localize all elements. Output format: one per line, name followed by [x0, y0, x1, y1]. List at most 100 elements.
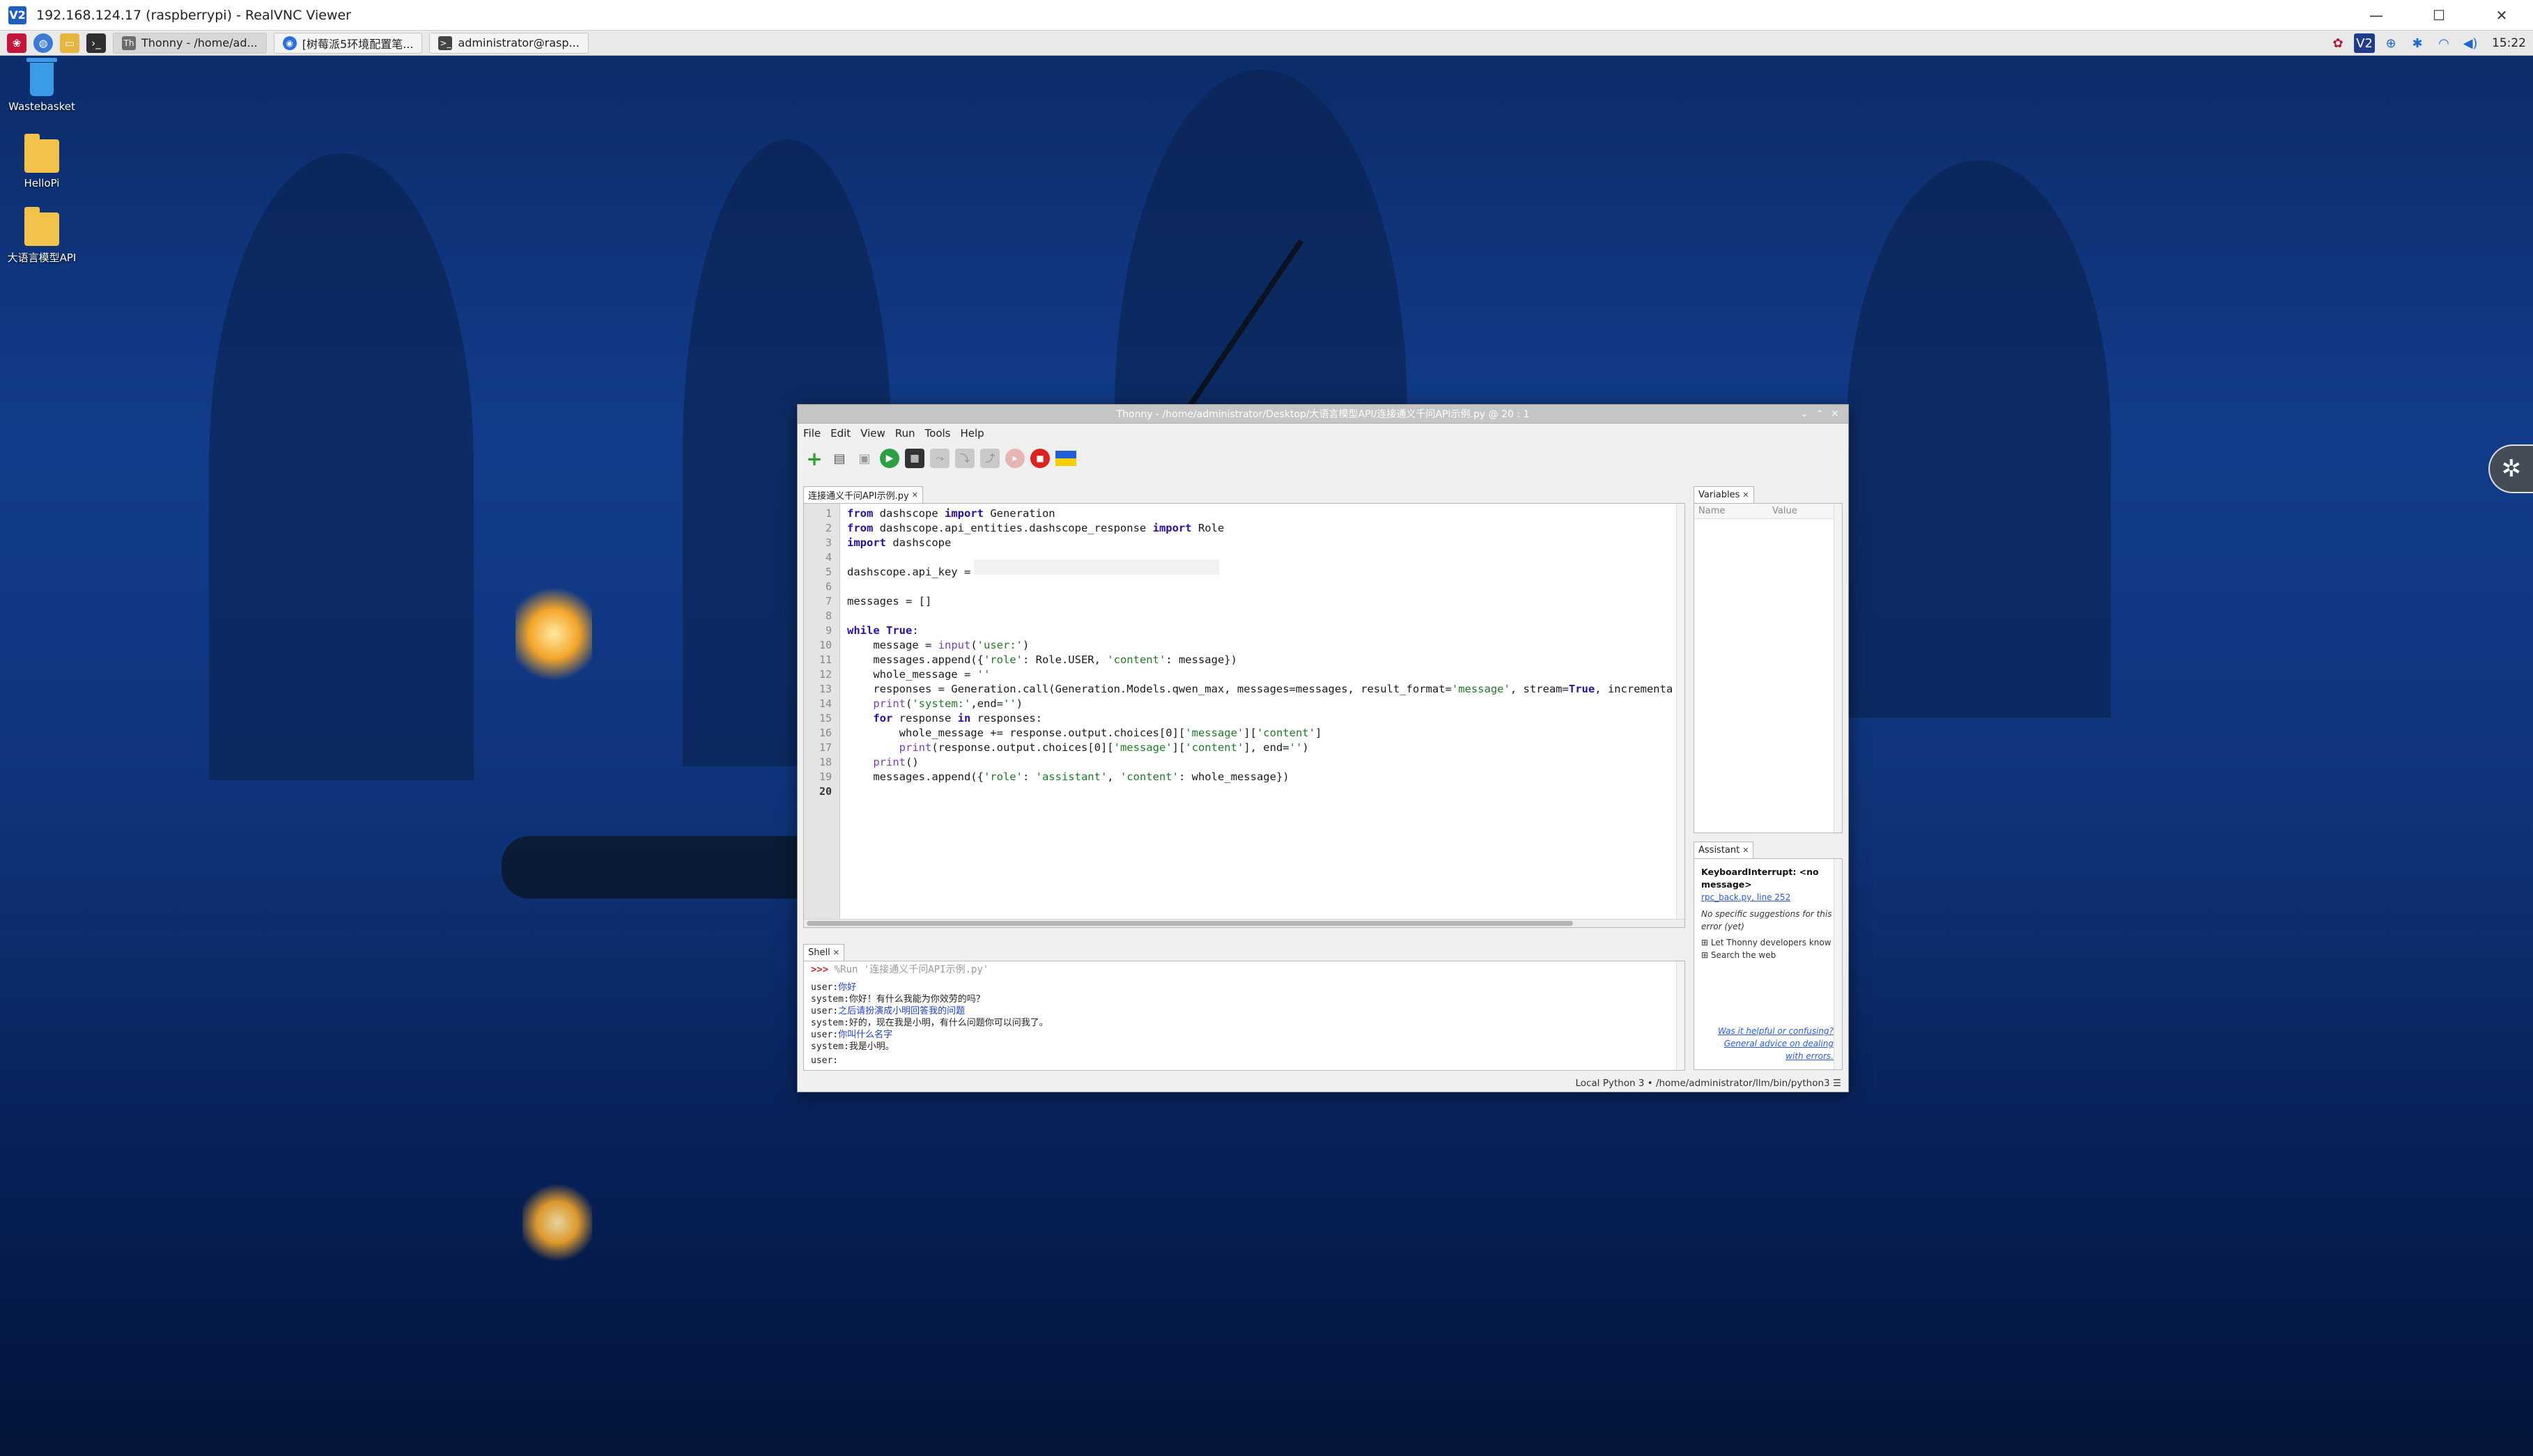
tab-shell[interactable]: Shell ✕	[803, 944, 844, 961]
shell-input-line[interactable]: user:	[811, 1055, 838, 1067]
assistant-option-search[interactable]: ⊞ Search the web	[1701, 950, 1832, 961]
tab-variables[interactable]: Variables ✕	[1694, 486, 1754, 503]
save-file-icon[interactable]: ▣	[855, 449, 874, 468]
code-editor[interactable]: 1 2 3 4 5 6 7 8 9 10 11 12 13 14 15 16 1…	[803, 503, 1685, 928]
assistant-advice-link[interactable]: General advice on dealing with errors.	[1708, 1037, 1834, 1062]
assistant-option-report[interactable]: ⊞ Let Thonny developers know	[1701, 937, 1832, 948]
vnc-close-button[interactable]: ✕	[2470, 0, 2533, 31]
assistant-feedback-link[interactable]: Was it helpful or confusing?	[1708, 1025, 1834, 1037]
tab-assistant[interactable]: Assistant ✕	[1694, 842, 1754, 858]
close-tab-icon[interactable]: ✕	[833, 948, 839, 957]
assistant-traceback-link[interactable]: rpc_back.py, line 252	[1701, 891, 1832, 904]
assistant-scrollbar[interactable]	[1834, 859, 1842, 1069]
line-number: 8	[825, 610, 832, 622]
line-number: 9	[825, 624, 832, 637]
task-browser[interactable]: ◉ [树莓派5环境配置笔...	[273, 32, 423, 54]
task-thonny[interactable]: Th Thonny - /home/ad...	[113, 32, 267, 54]
vnc-window-title: 192.168.124.17 (raspberrypi) - RealVNC V…	[36, 7, 351, 23]
variables-value-header[interactable]: Value	[1772, 506, 1797, 516]
editor-vertical-scrollbar[interactable]	[1676, 504, 1684, 927]
menu-file[interactable]: File	[803, 427, 821, 440]
variables-name-header[interactable]: Name	[1694, 506, 1772, 516]
thonny-titlebar[interactable]: Thonny - /home/administrator/Desktop/大语言…	[798, 405, 1848, 424]
menu-help[interactable]: Help	[961, 427, 984, 440]
file-manager-icon[interactable]: ▭	[60, 33, 79, 53]
editor-horizontal-scrollbar[interactable]	[804, 919, 1684, 927]
run-icon[interactable]: ▶	[880, 449, 899, 468]
line-number: 11	[819, 653, 832, 666]
desktop-icon-label: 大语言模型API	[7, 251, 77, 264]
thonny-close-button[interactable]: ✕	[1827, 406, 1843, 421]
close-tab-icon[interactable]: ✕	[912, 490, 918, 499]
vnc-maximize-button[interactable]: ☐	[2408, 0, 2470, 31]
desktop-icon-label: HelloPi	[24, 177, 60, 189]
vnc-minimize-button[interactable]: —	[2345, 0, 2408, 31]
step-out-icon[interactable]: ⤴	[980, 449, 1000, 468]
assistant-error-title: KeyboardInterrupt: <no message>	[1701, 867, 1819, 890]
shell-run-line: >>> %Run '连接通义千问API示例.py'	[811, 964, 989, 975]
close-tab-icon[interactable]: ✕	[1742, 846, 1749, 855]
shell-output-line: user:你叫什么名字	[811, 1030, 893, 1040]
new-file-icon[interactable]: +	[805, 447, 824, 470]
thonny-toolbar: + ▤ ▣ ▶ ▦ ⤳ ⤵ ⤴ ▸ ■	[798, 443, 1848, 474]
bluetooth-icon[interactable]: ✱	[2407, 33, 2428, 53]
lantern-glow	[516, 585, 592, 683]
thonny-maximize-button[interactable]: ⌃	[1812, 406, 1827, 421]
mountain-silhouette	[1846, 160, 2111, 718]
thonny-minimize-button[interactable]: ⌄	[1797, 406, 1812, 421]
desktop-icon-wastebasket[interactable]: Wastebasket	[6, 58, 78, 113]
tab-editor-file[interactable]: 连接通义千问API示例.py ✕	[803, 486, 923, 503]
wifi-icon[interactable]: ◠	[2433, 33, 2454, 53]
shell-vertical-scrollbar[interactable]	[1676, 961, 1684, 1070]
desktop-icon-llm-api[interactable]: 大语言模型API	[6, 207, 78, 265]
web-browser-icon[interactable]: ◍	[33, 33, 53, 53]
bamboo-raft	[502, 836, 836, 899]
task-terminal[interactable]: >_ administrator@rasp...	[429, 32, 589, 54]
menu-tools[interactable]: Tools	[925, 427, 951, 440]
variables-tabstrip: Variables ✕	[1694, 486, 1754, 503]
terminal-icon[interactable]: ›_	[86, 33, 106, 53]
close-tab-icon[interactable]: ✕	[1742, 490, 1749, 499]
code-line: whole_message = ''	[847, 668, 991, 681]
trash-icon	[26, 58, 57, 96]
menu-view[interactable]: View	[860, 427, 885, 440]
code-line: dashscope.api_key =	[847, 566, 977, 578]
line-number: 17	[819, 741, 832, 754]
menu-run[interactable]: Run	[895, 427, 915, 440]
interpreter-status[interactable]: Local Python 3 • /home/administrator/llm…	[798, 1075, 1848, 1092]
ukraine-flag-icon[interactable]	[1055, 451, 1076, 466]
line-number: 14	[819, 697, 832, 710]
line-number: 4	[825, 551, 832, 564]
shell-output-line: system:好的，现在我是小明，有什么问题你可以问我了。	[811, 1018, 1048, 1028]
desktop-icon-label: Wastebasket	[8, 100, 75, 113]
assistant-tabstrip: Assistant ✕	[1694, 842, 1754, 858]
thonny-window: Thonny - /home/administrator/Desktop/大语言…	[797, 404, 1849, 1092]
vnc-server-icon[interactable]: V2	[2354, 33, 2375, 53]
variables-scrollbar[interactable]	[1834, 504, 1842, 832]
shell-output-line: system:我是小明。	[811, 1041, 894, 1052]
vnc-floating-toolbar-button[interactable]: ✲	[2488, 444, 2533, 493]
raspberry-update-icon[interactable]: ✿	[2327, 33, 2348, 53]
clock[interactable]: 15:22	[2492, 33, 2526, 53]
line-number: 18	[819, 756, 832, 768]
line-number: 7	[825, 595, 832, 607]
step-into-icon[interactable]: ⤵	[955, 449, 975, 468]
desktop-icon-hellopi[interactable]: HelloPi	[6, 134, 78, 189]
scrollbar-thumb[interactable]	[807, 921, 1573, 926]
code-line: messages.append({'role': Role.USER, 'con…	[847, 653, 1237, 666]
open-file-icon[interactable]: ▤	[830, 449, 849, 468]
download-icon[interactable]: ⊕	[2380, 33, 2401, 53]
menu-edit[interactable]: Edit	[830, 427, 851, 440]
raspberry-menu-icon[interactable]: ❀	[7, 33, 26, 53]
resume-icon[interactable]: ▸	[1005, 449, 1025, 468]
terminal-task-icon: >_	[438, 36, 453, 50]
volume-icon[interactable]: ◀)	[2460, 33, 2481, 53]
shell-console[interactable]: >>> %Run '连接通义千问API示例.py' user:你好 system…	[803, 961, 1685, 1071]
debug-icon[interactable]: ▦	[905, 449, 924, 468]
stop-icon[interactable]: ■	[1030, 449, 1050, 468]
step-over-icon[interactable]: ⤳	[930, 449, 950, 468]
shell-output-line: user:你好	[811, 982, 857, 993]
line-number: 12	[819, 668, 832, 681]
code-line: from dashscope import Generation	[847, 507, 1055, 520]
editor-tabstrip: 连接通义千问API示例.py ✕	[803, 486, 923, 503]
